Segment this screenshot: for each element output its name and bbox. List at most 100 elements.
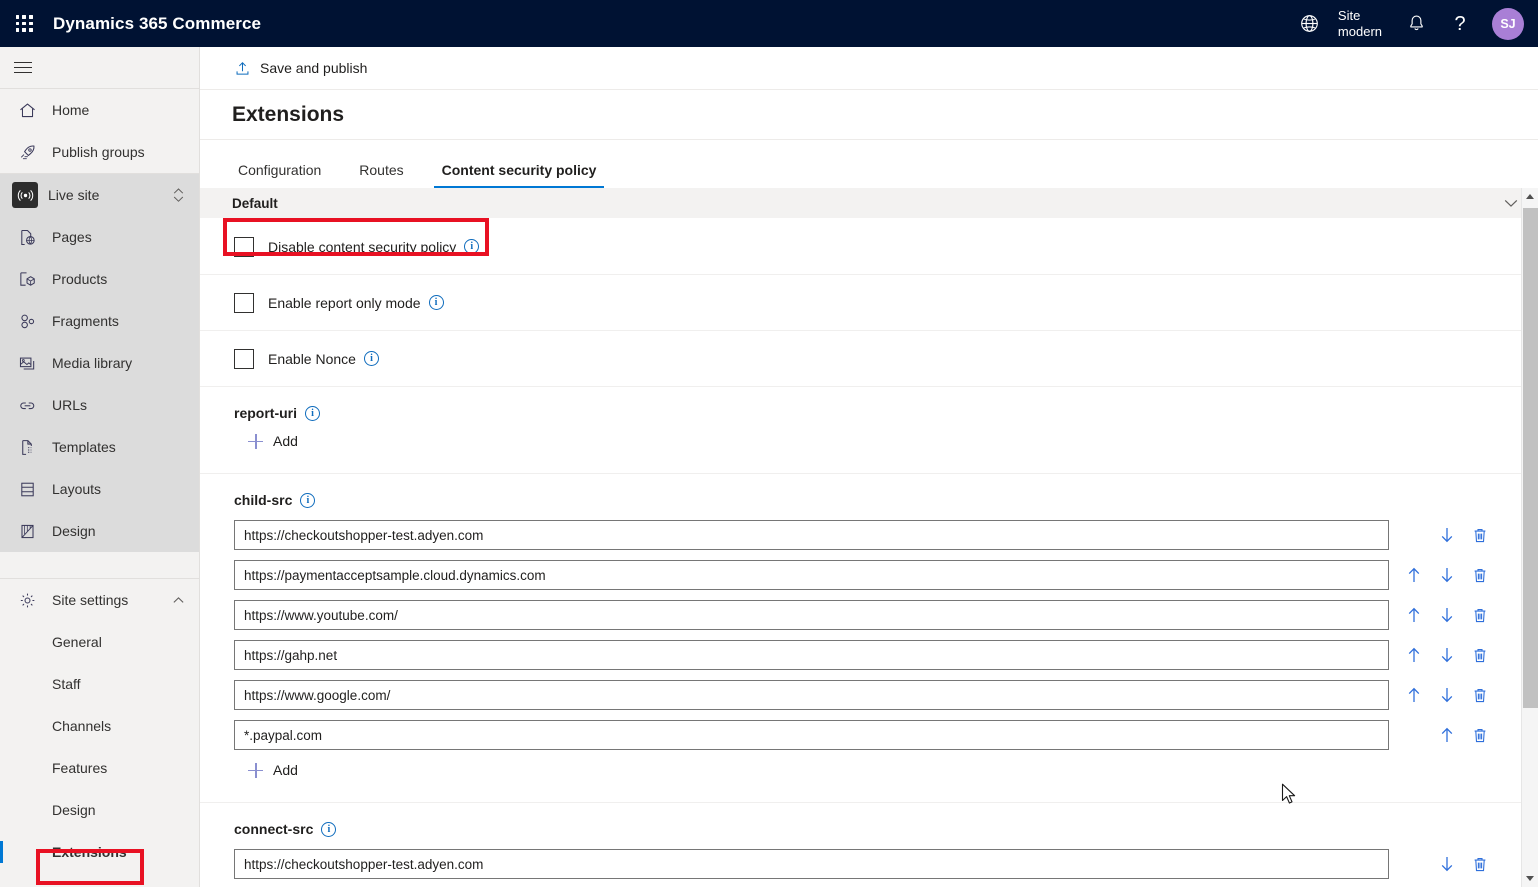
row-actions bbox=[1397, 640, 1496, 670]
sidebar-item-products[interactable]: Products bbox=[0, 258, 199, 300]
bell-icon bbox=[1407, 14, 1426, 33]
trash-icon bbox=[1472, 647, 1488, 664]
move-up-button[interactable] bbox=[1397, 560, 1430, 590]
sidebar-item-media-library[interactable]: Media library bbox=[0, 342, 199, 384]
enable-nonce-label: Enable Nonce bbox=[268, 351, 356, 367]
child-src-input[interactable] bbox=[234, 720, 1389, 750]
sidebar-item-design[interactable]: Design bbox=[0, 510, 199, 552]
info-icon[interactable]: i bbox=[364, 351, 379, 366]
sidebar-item-site-settings[interactable]: Site settings bbox=[0, 579, 199, 621]
move-up-placeholder bbox=[1397, 520, 1430, 550]
notifications-button[interactable] bbox=[1394, 0, 1438, 47]
sidebar-group-settings: Site settings General Staff Channels Fea… bbox=[0, 579, 199, 873]
move-up-button[interactable] bbox=[1397, 600, 1430, 630]
move-down-button[interactable] bbox=[1430, 560, 1463, 590]
sidebar-item-live-site[interactable]: Live site bbox=[0, 174, 199, 216]
tab-configuration[interactable]: Configuration bbox=[230, 162, 329, 188]
arrow-up-icon bbox=[1406, 646, 1422, 664]
sidebar-group-site: Live site Pages bbox=[0, 174, 199, 552]
info-icon[interactable]: i bbox=[464, 239, 479, 254]
sidebar-item-label: Design bbox=[52, 523, 96, 539]
sidebar-item-templates[interactable]: Templates bbox=[0, 426, 199, 468]
sidebar-item-home[interactable]: Home bbox=[0, 89, 199, 131]
tab-routes[interactable]: Routes bbox=[351, 162, 411, 188]
disable-csp-checkbox[interactable] bbox=[234, 237, 254, 257]
child-src-input[interactable] bbox=[234, 680, 1389, 710]
move-down-button[interactable] bbox=[1430, 600, 1463, 630]
delete-button[interactable] bbox=[1463, 560, 1496, 590]
site-selector[interactable]: Site modern bbox=[1332, 8, 1394, 40]
info-icon[interactable]: i bbox=[429, 295, 444, 310]
move-down-button[interactable] bbox=[1430, 640, 1463, 670]
sidebar-subitem-features[interactable]: Features bbox=[0, 747, 199, 789]
add-child-src-button[interactable]: Add bbox=[248, 762, 298, 778]
info-icon[interactable]: i bbox=[305, 406, 320, 421]
info-icon[interactable]: i bbox=[300, 493, 315, 508]
scrollbar-track[interactable] bbox=[1522, 205, 1538, 870]
report-only-checkbox[interactable] bbox=[234, 293, 254, 313]
trash-icon bbox=[1472, 687, 1488, 704]
sidebar-item-fragments[interactable]: Fragments bbox=[0, 300, 199, 342]
info-icon[interactable]: i bbox=[321, 822, 336, 837]
child-src-input[interactable] bbox=[234, 640, 1389, 670]
sidebar-subitem-channels[interactable]: Channels bbox=[0, 705, 199, 747]
directive-report-uri: report-uri i Add bbox=[200, 387, 1538, 474]
sidebar-item-pages[interactable]: Pages bbox=[0, 216, 199, 258]
sidebar-collapse-button[interactable] bbox=[0, 47, 199, 88]
help-button[interactable]: ? bbox=[1438, 0, 1482, 47]
save-and-publish-button[interactable]: Save and publish bbox=[230, 55, 371, 82]
row-actions bbox=[1397, 560, 1496, 590]
sidebar-subitem-extensions[interactable]: Extensions bbox=[0, 831, 199, 873]
url-row bbox=[234, 560, 1538, 590]
sidebar-item-layouts[interactable]: Layouts bbox=[0, 468, 199, 510]
move-down-button[interactable] bbox=[1430, 849, 1463, 879]
move-down-button[interactable] bbox=[1430, 520, 1463, 550]
move-up-button[interactable] bbox=[1397, 640, 1430, 670]
directive-child-src: child-src i bbox=[200, 474, 1538, 803]
globe-button[interactable] bbox=[1288, 0, 1332, 47]
checkbox-row-disable-csp[interactable]: Disable content security policy i bbox=[200, 219, 1538, 275]
add-report-uri-button[interactable]: Add bbox=[248, 433, 298, 449]
section-title: Default bbox=[232, 196, 278, 211]
delete-button[interactable] bbox=[1463, 720, 1496, 750]
connect-src-input[interactable] bbox=[234, 849, 1389, 879]
waffle-grid-icon bbox=[16, 15, 33, 32]
scrollbar-thumb[interactable] bbox=[1523, 208, 1538, 708]
move-up-button[interactable] bbox=[1430, 720, 1463, 750]
scroll-up-arrow-icon[interactable] bbox=[1522, 188, 1538, 205]
globe-icon bbox=[1300, 14, 1319, 33]
delete-button[interactable] bbox=[1463, 849, 1496, 879]
sidebar-subitem-design[interactable]: Design bbox=[0, 789, 199, 831]
tab-content-security-policy[interactable]: Content security policy bbox=[434, 162, 605, 188]
enable-nonce-checkbox[interactable] bbox=[234, 349, 254, 369]
sidebar-group-primary: Home Publish groups bbox=[0, 89, 199, 173]
delete-button[interactable] bbox=[1463, 520, 1496, 550]
report-only-label: Enable report only mode bbox=[268, 295, 421, 311]
delete-button[interactable] bbox=[1463, 600, 1496, 630]
child-src-input[interactable] bbox=[234, 560, 1389, 590]
design-ruler-icon bbox=[12, 518, 42, 544]
child-src-input[interactable] bbox=[234, 520, 1389, 550]
sidebar-subitem-staff[interactable]: Staff bbox=[0, 663, 199, 705]
url-row bbox=[234, 849, 1538, 879]
delete-button[interactable] bbox=[1463, 680, 1496, 710]
move-down-button[interactable] bbox=[1430, 680, 1463, 710]
checkbox-row-report-only[interactable]: Enable report only mode i bbox=[200, 275, 1538, 331]
sidebar-item-urls[interactable]: URLs bbox=[0, 384, 199, 426]
child-src-input[interactable] bbox=[234, 600, 1389, 630]
arrow-down-icon bbox=[1439, 686, 1455, 704]
delete-button[interactable] bbox=[1463, 640, 1496, 670]
sidebar-subitem-general[interactable]: General bbox=[0, 621, 199, 663]
plus-icon bbox=[248, 434, 263, 449]
sidebar-item-publish-groups[interactable]: Publish groups bbox=[0, 131, 199, 173]
default-section-header[interactable]: Default bbox=[200, 188, 1538, 219]
chevron-down-icon[interactable] bbox=[1502, 194, 1520, 212]
vertical-scrollbar[interactable] bbox=[1521, 188, 1538, 887]
avatar[interactable]: SJ bbox=[1492, 8, 1524, 40]
checkbox-row-enable-nonce[interactable]: Enable Nonce i bbox=[200, 331, 1538, 387]
chevron-up-icon[interactable] bbox=[172, 594, 185, 607]
updown-chevron-icon[interactable] bbox=[172, 186, 185, 204]
scroll-down-arrow-icon[interactable] bbox=[1522, 870, 1538, 887]
app-launcher-button[interactable] bbox=[0, 0, 48, 47]
move-up-button[interactable] bbox=[1397, 680, 1430, 710]
